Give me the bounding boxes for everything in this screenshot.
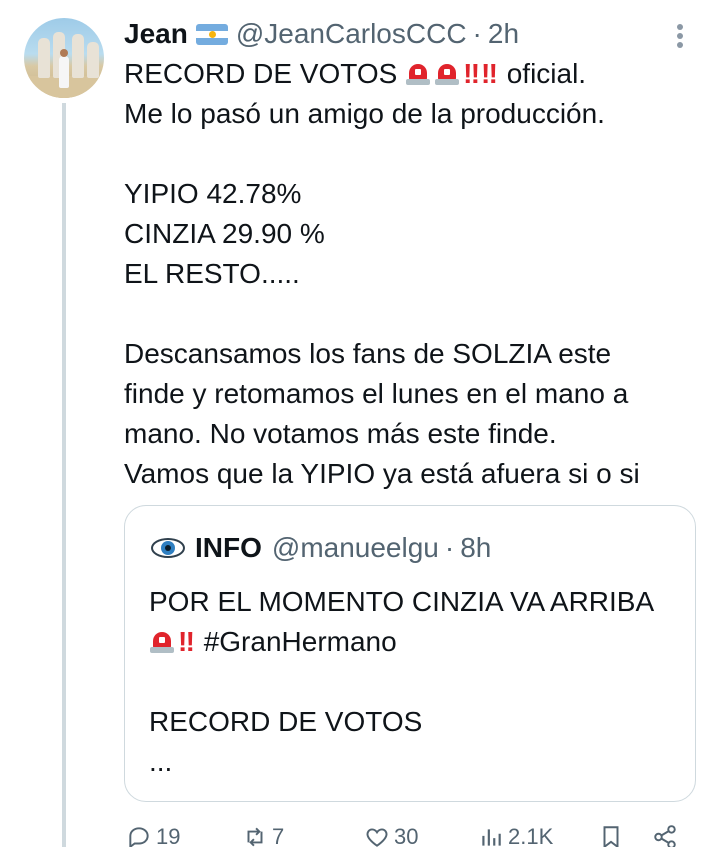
avatar-monument (87, 42, 99, 78)
tweet-line: RECORD DE VOTOS ‼ ‼ oficial. (124, 54, 704, 94)
tweet-line-text: oficial. (506, 58, 587, 89)
tweet-header: Jean @JeanCarlosCCC · 2h (124, 17, 519, 51)
tweet-actions: 19 7 30 2.1K (124, 820, 704, 847)
double-exclamation-icon: ‼ (463, 58, 480, 89)
argentina-flag-icon (195, 23, 228, 45)
police-light-icon (149, 630, 175, 654)
share-button[interactable] (652, 820, 682, 847)
retweet-count: 7 (272, 824, 285, 847)
separator-dot: · (472, 18, 482, 49)
quoted-tweet-text: POR EL MOMENTO CINZIA VA ARRIBA ‼ #GranH… (149, 582, 679, 782)
double-exclamation-icon: ‼ (481, 58, 498, 89)
views-count: 2.1K (508, 824, 554, 847)
tweet-time[interactable]: 2h (488, 18, 519, 50)
retweet-button[interactable]: 7 (242, 820, 284, 847)
quoted-tweet-time: 8h (460, 532, 492, 563)
police-light-icon (434, 62, 460, 86)
like-button[interactable]: 30 (364, 820, 418, 847)
hashtag-link[interactable]: #GranHermano (204, 626, 397, 657)
reply-button[interactable]: 19 (126, 820, 180, 847)
author-avatar[interactable] (24, 18, 104, 98)
share-icon (654, 825, 676, 847)
quoted-line: RECORD DE VOTOS (149, 706, 423, 737)
quoted-line: POR EL MOMENTO CINZIA VA ARRIBA (149, 586, 655, 617)
heart-icon (366, 828, 388, 847)
avatar-person-head (60, 49, 68, 57)
tweet-line: EL RESTO..... (124, 258, 300, 289)
avatar-monument (72, 34, 84, 78)
quoted-line: ‼ #GranHermano (149, 622, 679, 662)
double-exclamation-icon: ‼ (178, 626, 195, 657)
tweet-line: Vamos que la YIPIO ya está afuera si o s… (124, 458, 640, 489)
bookmark-icon (603, 826, 619, 847)
tweet-line: Me lo pasó un amigo de la producción. (124, 98, 605, 129)
more-options-icon[interactable] (676, 24, 684, 48)
thread-line (62, 103, 66, 847)
tweet-line: mano. No votamos más este finde. (124, 418, 557, 449)
eye-icon (151, 538, 185, 558)
bookmark-button[interactable] (598, 820, 628, 847)
tweet-line: Descansamos los fans de SOLZIA este (124, 338, 612, 369)
quoted-line: ... (149, 746, 173, 777)
quoted-tweet[interactable]: INFO @manueelgu · 8h POR EL MOMENTO CINZ… (124, 505, 696, 802)
tweet-line: finde y retomamos el lunes en el mano a (124, 378, 629, 409)
tweet-line-text: RECORD DE VOTOS (124, 58, 398, 89)
reply-icon (129, 827, 149, 847)
tweet-line: CINZIA 29.90 % (124, 218, 325, 249)
like-count: 30 (394, 824, 419, 847)
retweet-icon (247, 827, 263, 847)
separator-dot: · (444, 532, 455, 563)
reply-count: 19 (156, 824, 181, 847)
views-button[interactable]: 2.1K (478, 820, 553, 847)
police-light-icon (405, 62, 431, 86)
tweet-text: RECORD DE VOTOS ‼ ‼ oficial. Me lo pasó u… (124, 54, 704, 494)
quoted-author-handle: @manueelgu (271, 532, 439, 563)
quoted-tweet-header: INFO @manueelgu · 8h (151, 530, 491, 566)
tweet-line: YIPIO 42.78% (124, 178, 302, 209)
author-handle[interactable]: @JeanCarlosCCC (236, 18, 467, 50)
quoted-author-name: INFO (195, 532, 262, 563)
avatar-person (59, 56, 69, 88)
views-icon (482, 829, 501, 846)
avatar-monument (38, 38, 50, 78)
author-name[interactable]: Jean (124, 18, 188, 50)
